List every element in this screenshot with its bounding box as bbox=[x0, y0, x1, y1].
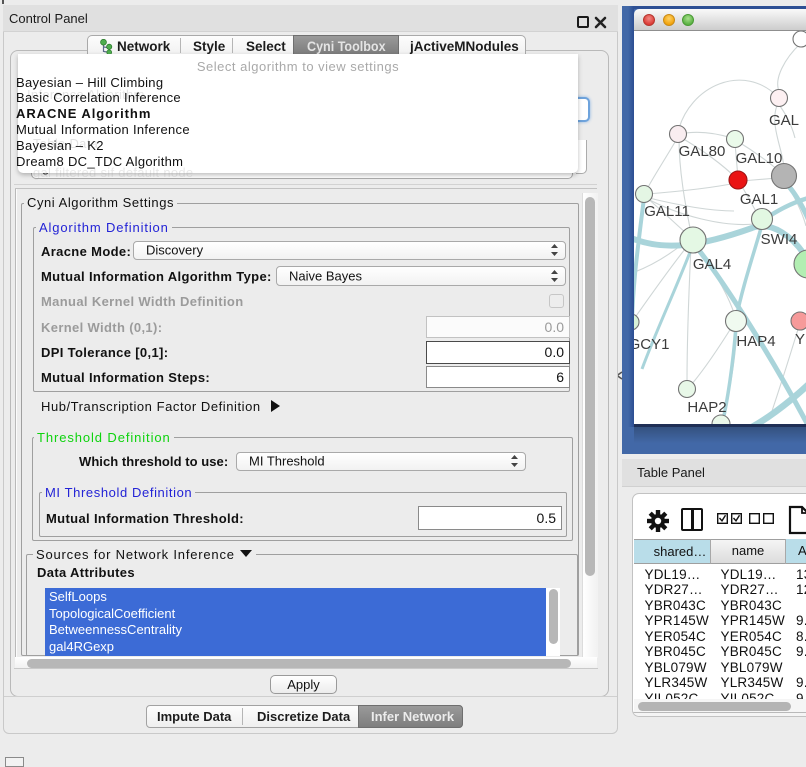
svg-text:HAP4: HAP4 bbox=[736, 333, 775, 350]
svg-text:HAP2: HAP2 bbox=[687, 399, 726, 416]
svg-text:SWI4: SWI4 bbox=[761, 231, 798, 248]
svg-text:GAL11: GAL11 bbox=[644, 203, 690, 220]
svg-text:GAL1: GAL1 bbox=[740, 191, 778, 208]
svg-text:GAL: GAL bbox=[769, 112, 799, 129]
svg-text:GAL80: GAL80 bbox=[679, 143, 726, 160]
svg-text:Y: Y bbox=[795, 331, 805, 348]
svg-text:GCY1: GCY1 bbox=[634, 336, 669, 353]
svg-text:GAL4: GAL4 bbox=[693, 256, 731, 273]
svg-text:GAL10: GAL10 bbox=[736, 150, 783, 167]
